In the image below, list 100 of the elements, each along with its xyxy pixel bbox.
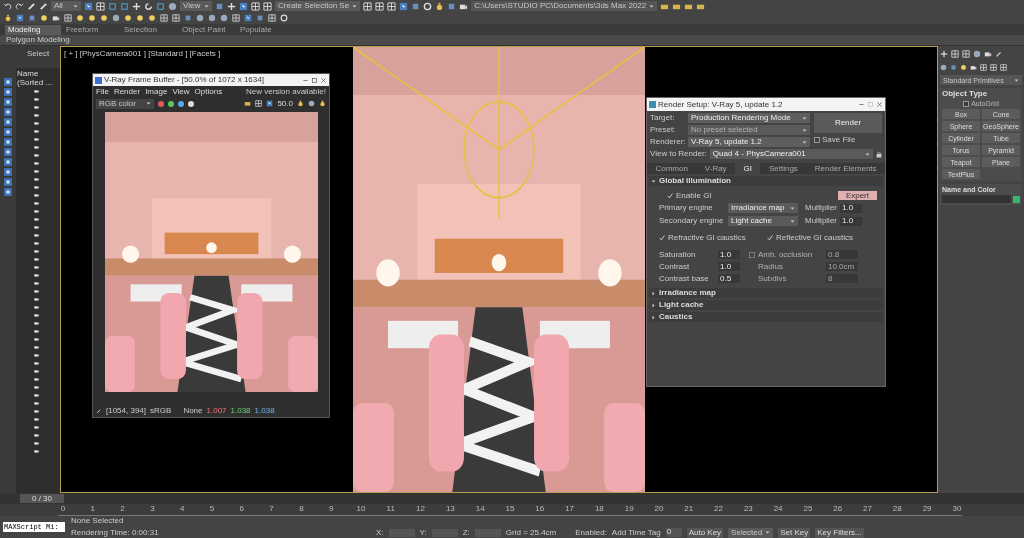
number-field[interactable]: 10.0cm <box>826 262 858 271</box>
tab[interactable]: Render Elements <box>806 163 886 174</box>
tab[interactable]: Common <box>647 163 697 174</box>
explorer-tool-icon[interactable] <box>4 178 12 186</box>
zoom-label[interactable]: 50.0 <box>277 99 293 108</box>
number-field[interactable]: 8 <box>826 274 858 283</box>
select-icon[interactable] <box>16 14 24 22</box>
number-field[interactable]: 0.5 <box>718 274 740 283</box>
sphere-icon[interactable] <box>112 14 120 22</box>
render-button[interactable]: Render <box>814 113 882 133</box>
time-slider-handle[interactable]: 0 / 30 <box>20 494 64 503</box>
light-icon[interactable] <box>960 63 967 71</box>
select-icon[interactable] <box>239 1 248 11</box>
grid-icon[interactable] <box>980 63 987 71</box>
grid-icon[interactable] <box>64 14 72 22</box>
folder-icon[interactable] <box>244 100 252 107</box>
explorer-tool-icon[interactable] <box>4 138 12 146</box>
menu-item[interactable]: View <box>172 87 190 96</box>
light-icon[interactable] <box>76 14 84 22</box>
engine-dropdown[interactable]: Irradiance map <box>728 203 798 213</box>
grid-icon[interactable] <box>232 14 240 22</box>
explorer-tool-icon[interactable] <box>4 158 12 166</box>
light-icon[interactable] <box>124 14 132 22</box>
color-swatch[interactable] <box>1013 195 1020 203</box>
coordinate-dropdown[interactable]: View <box>180 1 212 11</box>
rollout-header[interactable]: Light cache <box>649 300 883 310</box>
number-field[interactable]: 1.0 <box>718 250 740 259</box>
grid-icon[interactable] <box>268 14 276 22</box>
minimize-icon[interactable] <box>858 101 865 108</box>
add-time-tag-button[interactable]: Add Time Tag <box>611 528 661 537</box>
auto-key-button[interactable]: Auto Key <box>686 527 724 538</box>
menu-item[interactable]: Options <box>194 87 223 96</box>
sphere-icon[interactable] <box>308 100 315 107</box>
undo-icon[interactable] <box>3 1 12 11</box>
grid-icon[interactable] <box>363 1 373 11</box>
grid-icon[interactable] <box>160 14 168 22</box>
grid-icon[interactable] <box>251 1 260 11</box>
grid-icon[interactable] <box>1000 63 1007 71</box>
camera-icon[interactable] <box>984 50 992 58</box>
sphere-icon[interactable] <box>973 50 981 58</box>
number-field[interactable]: 1.0 <box>840 216 862 226</box>
close-icon[interactable] <box>320 76 327 84</box>
grid-icon[interactable] <box>951 50 959 58</box>
mode-button[interactable]: Expert <box>837 191 877 200</box>
number-field[interactable]: 1.0 <box>718 262 740 271</box>
maximize-icon[interactable] <box>311 76 318 84</box>
set-key-button[interactable]: Set Key <box>778 527 811 538</box>
select-icon[interactable] <box>399 1 409 11</box>
viewport-label[interactable]: [ + ] [PhysCamera001 ] [Standard ] [Facets ] <box>64 50 221 58</box>
move-icon[interactable] <box>132 1 141 11</box>
number-field[interactable]: 1.0 <box>840 203 862 213</box>
checkbox[interactable] <box>749 251 755 258</box>
explorer-tool-icon[interactable] <box>4 188 12 196</box>
move-icon[interactable] <box>227 1 236 11</box>
key-filters-button[interactable]: Key Filters... <box>815 527 864 538</box>
rollout-header[interactable]: Caustics <box>649 312 883 322</box>
grid-icon[interactable] <box>962 50 970 58</box>
grid-icon[interactable] <box>375 1 385 11</box>
select-icon[interactable] <box>266 100 274 107</box>
ribbon-tab[interactable]: Selection <box>121 24 177 35</box>
explorer-tool-icon[interactable] <box>4 98 12 106</box>
light-icon[interactable] <box>88 14 96 22</box>
explorer-tool-icon[interactable] <box>4 168 12 176</box>
menu-item[interactable]: Render <box>113 87 141 96</box>
light-icon[interactable] <box>100 14 108 22</box>
light-icon[interactable] <box>148 14 156 22</box>
grid-icon[interactable] <box>263 1 272 11</box>
named-selection-dropdown[interactable]: Create Selection Se <box>275 1 361 11</box>
selection-filter-dropdown[interactable]: All <box>51 1 81 11</box>
ribbon-tab[interactable]: Freeform <box>63 24 119 35</box>
close-icon[interactable] <box>876 101 883 108</box>
checkbox[interactable] <box>963 100 970 107</box>
explorer-tool-icon[interactable] <box>4 148 12 156</box>
grid-icon[interactable] <box>387 1 397 11</box>
menu-item[interactable]: Image <box>145 87 168 96</box>
grid-icon[interactable] <box>990 63 997 71</box>
explorer-tool-icon[interactable] <box>4 128 12 136</box>
field-dropdown[interactable]: V-Ray 5, update 1.2 <box>688 137 810 147</box>
menu-item[interactable]: File <box>96 87 109 96</box>
camera-icon[interactable] <box>52 14 60 22</box>
number-field[interactable]: 0.8 <box>826 250 858 259</box>
select-icon[interactable] <box>244 14 252 22</box>
rollout-title[interactable]: Object Type <box>942 90 1020 98</box>
checkbox[interactable] <box>814 137 820 143</box>
channel-dropdown[interactable]: RGB color <box>96 98 154 109</box>
tab[interactable]: V-Ray <box>696 163 736 174</box>
lock-icon[interactable] <box>876 150 882 158</box>
name-field[interactable] <box>942 195 1011 203</box>
light-icon[interactable] <box>40 14 48 22</box>
plus-icon[interactable] <box>940 50 948 58</box>
field-dropdown[interactable]: Production Rendering Mode <box>688 113 810 123</box>
ribbon-tab[interactable]: Modeling <box>5 24 61 35</box>
grid-icon[interactable] <box>96 1 105 11</box>
grid-icon[interactable] <box>172 14 180 22</box>
frame-field[interactable]: 0 <box>665 528 682 537</box>
camera-icon[interactable] <box>970 63 977 71</box>
color-space-dropdown[interactable]: sRGB <box>150 406 172 415</box>
project-path-dropdown[interactable]: C:\Users\STUDIO PC\Documents\3ds Max 2022 <box>471 1 658 11</box>
explorer-tool-icon[interactable] <box>4 118 12 126</box>
view-dropdown[interactable]: Quad 4 - PhysCamera001 <box>709 149 873 159</box>
